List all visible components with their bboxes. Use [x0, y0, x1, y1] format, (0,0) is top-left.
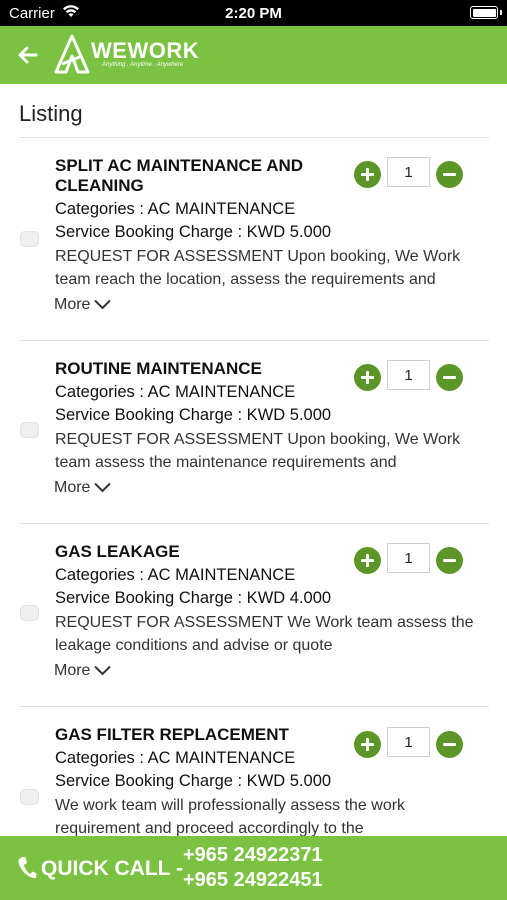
chevron-down-icon — [94, 666, 112, 676]
brand-tagline: Anything . Anytime . Anywhere — [102, 62, 184, 68]
more-label: More — [54, 296, 91, 313]
quantity-decrease-button[interactable] — [436, 547, 463, 574]
quick-call-label: QUICK CALL - — [41, 857, 183, 880]
item-checkbox[interactable] — [20, 605, 39, 621]
battery-icon — [470, 6, 502, 19]
page-title: Listing — [19, 101, 83, 126]
item-categories: Categories : AC MAINTENANCE — [55, 200, 296, 218]
item-charge: Service Booking Charge : KWD 5.000 — [55, 772, 332, 790]
quantity-decrease-button[interactable] — [436, 161, 463, 188]
item-name: SPLIT AC MAINTENANCE AND CLEANING — [55, 156, 304, 195]
quantity-input[interactable] — [387, 543, 430, 573]
item-name: GAS LEAKAGE — [55, 542, 180, 561]
more-toggle[interactable]: More — [54, 296, 112, 314]
more-label: More — [54, 662, 91, 679]
quantity-increase-button[interactable] — [354, 731, 381, 758]
item-name: ROUTINE MAINTENANCE — [55, 359, 262, 378]
quantity-input[interactable] — [387, 157, 430, 187]
quantity-decrease-button[interactable] — [436, 364, 463, 391]
list-item: ROUTINE MAINTENANCE Categories : AC MAIN… — [19, 341, 489, 524]
item-name: GAS FILTER REPLACEMENT — [55, 725, 289, 744]
clock: 2:20 PM — [225, 5, 282, 22]
item-charge: Service Booking Charge : KWD 4.000 — [55, 589, 332, 607]
item-checkbox[interactable] — [20, 789, 39, 805]
item-categories: Categories : AC MAINTENANCE — [55, 749, 296, 767]
quantity-decrease-button[interactable] — [436, 731, 463, 758]
item-checkbox[interactable] — [20, 231, 39, 247]
chevron-down-icon — [94, 483, 112, 493]
back-arrow-icon[interactable] — [14, 41, 42, 69]
item-charge: Service Booking Charge : KWD 5.000 — [55, 406, 332, 424]
quantity-input[interactable] — [387, 727, 430, 757]
item-charge: Service Booking Charge : KWD 5.000 — [55, 223, 332, 241]
quantity-increase-button[interactable] — [354, 364, 381, 391]
logo-mark-icon — [54, 34, 90, 74]
more-label: More — [54, 479, 91, 496]
item-description: REQUEST FOR ASSESSMENT Upon booking, We … — [55, 431, 461, 471]
app-header: WEWORK Anything . Anytime . Anywhere — [0, 26, 507, 84]
item-categories: Categories : AC MAINTENANCE — [55, 383, 296, 401]
wework-logo: WEWORK Anything . Anytime . Anywhere — [54, 34, 224, 76]
phone-icon — [18, 857, 37, 879]
item-categories: Categories : AC MAINTENANCE — [55, 566, 296, 584]
more-toggle[interactable]: More — [54, 662, 112, 680]
quantity-input[interactable] — [387, 360, 430, 390]
quantity-increase-button[interactable] — [354, 547, 381, 574]
phone-number-link[interactable]: +965 24922371 — [183, 844, 323, 867]
phone-number-link[interactable]: +965 24922451 — [183, 869, 323, 892]
brand-name: WEWORK — [91, 38, 200, 63]
item-description: REQUEST FOR ASSESSMENT We Work team asse… — [55, 614, 474, 654]
list-item: GAS FILTER REPLACEMENT Categories : AC M… — [19, 707, 489, 836]
list-item: SPLIT AC MAINTENANCE AND CLEANING Catego… — [19, 138, 489, 341]
quantity-increase-button[interactable] — [354, 161, 381, 188]
quick-call-bar[interactable]: QUICK CALL - +965 24922371 +965 24922451 — [0, 836, 507, 900]
list-item: GAS LEAKAGE Categories : AC MAINTENANCE … — [19, 524, 489, 707]
chevron-down-icon — [94, 300, 112, 310]
item-description: REQUEST FOR ASSESSMENT Upon booking, We … — [55, 248, 461, 288]
item-checkbox[interactable] — [20, 422, 39, 438]
item-description: We work team will professionally assess … — [55, 797, 406, 836]
more-toggle[interactable]: More — [54, 479, 112, 497]
status-bar: Carrier 2:20 PM — [0, 0, 507, 26]
